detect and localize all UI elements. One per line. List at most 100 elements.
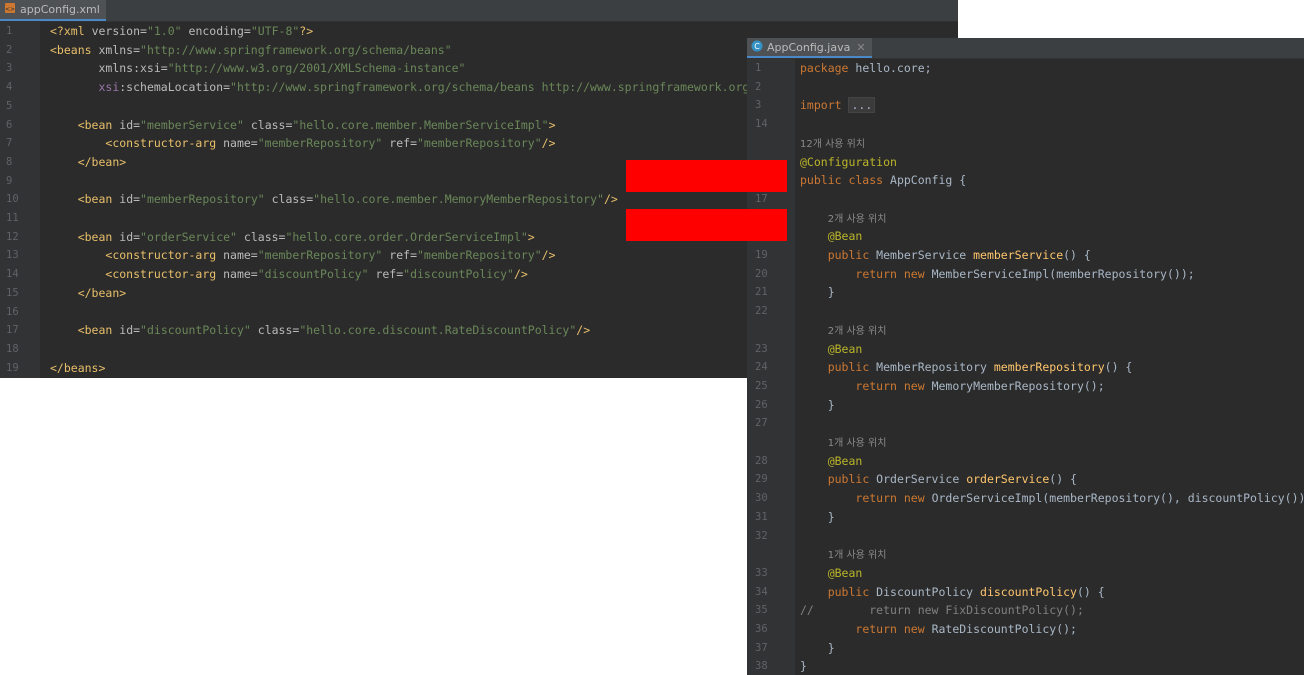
java-code-line[interactable]: 2 bbox=[747, 78, 1304, 97]
line-number: 29 bbox=[755, 473, 768, 486]
code-text: return new OrderServiceImpl(memberReposi… bbox=[855, 491, 1304, 506]
line-number: 15 bbox=[6, 286, 19, 299]
code-text: </bean> bbox=[77, 285, 127, 300]
java-code-line[interactable]: @Bean bbox=[747, 227, 1304, 246]
line-number: 13 bbox=[6, 249, 19, 262]
java-class-icon: C bbox=[751, 40, 763, 55]
code-text: <bean id="memberService" class="hello.co… bbox=[77, 117, 556, 132]
java-code-line[interactable]: 3 import ... bbox=[747, 96, 1304, 115]
java-code-line[interactable]: 37 } bbox=[747, 639, 1304, 658]
close-tab-icon[interactable]: ✕ bbox=[856, 41, 865, 54]
java-code-line[interactable]: 35 // return new FixDiscountPolicy(); bbox=[747, 601, 1304, 620]
java-code-area[interactable]: 1 package hello.core; 2 3 import ... 14 12개 사용… bbox=[747, 59, 1304, 675]
line-number: 10 bbox=[6, 193, 19, 206]
code-text: xmlns:xsi="http://www.w3.org/2001/XMLSch… bbox=[98, 61, 466, 76]
code-text: return new RateDiscountPolicy(); bbox=[855, 622, 1077, 636]
java-code-line[interactable]: 23 @Bean bbox=[747, 340, 1304, 359]
line-number: 14 bbox=[6, 268, 19, 281]
line-number: 9 bbox=[6, 174, 13, 187]
xml-file-icon: <> bbox=[4, 2, 16, 17]
code-text: public DiscountPolicy discountPolicy() { bbox=[827, 584, 1105, 599]
java-code-line[interactable]: 27 bbox=[747, 414, 1304, 433]
line-number: 30 bbox=[755, 492, 768, 505]
java-code-line[interactable]: 30 return new OrderServiceImpl(memberRep… bbox=[747, 489, 1304, 508]
java-code-line[interactable]: 2개 사용 위치 bbox=[747, 321, 1304, 340]
line-number: 37 bbox=[755, 641, 768, 654]
java-code-line[interactable]: 26 } bbox=[747, 396, 1304, 415]
line-number: 35 bbox=[755, 604, 768, 617]
java-code-line[interactable]: 36 return new RateDiscountPolicy(); bbox=[747, 620, 1304, 639]
java-tab-bar: C AppConfig.java ✕ bbox=[747, 38, 1304, 59]
code-text: </beans> bbox=[50, 360, 106, 375]
code-text: 2개 사용 위치 bbox=[827, 213, 887, 225]
line-number: 34 bbox=[755, 585, 768, 598]
java-code-line[interactable]: 17 bbox=[747, 190, 1304, 209]
java-code-line[interactable]: 38} bbox=[747, 657, 1304, 675]
java-code-line[interactable]: @Configuration bbox=[747, 153, 1304, 172]
line-number: 7 bbox=[6, 137, 13, 150]
line-number: 2 bbox=[6, 43, 13, 56]
java-code-line[interactable]: 22 bbox=[747, 302, 1304, 321]
line-number: 3 bbox=[6, 62, 13, 75]
java-code-line[interactable]: 14 bbox=[747, 115, 1304, 134]
line-number: 6 bbox=[6, 118, 13, 131]
java-code-line[interactable]: 33 @Bean bbox=[747, 564, 1304, 583]
code-text: @Bean bbox=[827, 453, 863, 468]
java-code-line[interactable]: 28 @Bean bbox=[747, 452, 1304, 471]
java-code-line[interactable]: 34 public DiscountPolicy discountPolicy(… bbox=[747, 583, 1304, 602]
code-text: </bean> bbox=[77, 154, 127, 169]
line-number: 1 bbox=[755, 62, 762, 74]
code-text: <constructor-arg name="discountPolicy" r… bbox=[105, 267, 528, 282]
code-text: } bbox=[800, 659, 807, 674]
xml-editor-tab[interactable]: <> appConfig.xml bbox=[0, 0, 106, 21]
line-number: 25 bbox=[755, 379, 768, 392]
java-code-line[interactable]: 21 } bbox=[747, 283, 1304, 302]
code-text: package hello.core; bbox=[800, 61, 932, 75]
java-code-line[interactable]: 24 public MemberRepository memberReposit… bbox=[747, 358, 1304, 377]
line-number: 5 bbox=[6, 99, 13, 112]
code-text: } bbox=[800, 640, 835, 655]
java-code-line[interactable]: 31 } bbox=[747, 508, 1304, 527]
code-text: public MemberService memberService() { bbox=[827, 248, 1091, 262]
java-code-line[interactable]: 2개 사용 위치 bbox=[747, 209, 1304, 228]
code-text: 1개 사용 위치 bbox=[827, 438, 887, 449]
code-text: @Bean bbox=[827, 229, 863, 244]
line-number: 27 bbox=[755, 417, 768, 430]
code-text: public OrderService orderService() { bbox=[827, 472, 1077, 487]
code-text: } bbox=[800, 285, 835, 300]
java-code-line[interactable]: 1개 사용 위치 bbox=[747, 433, 1304, 452]
svg-text:<>: <> bbox=[5, 6, 15, 13]
line-number: 12 bbox=[6, 230, 19, 243]
line-number: 26 bbox=[755, 398, 768, 411]
code-text: @Configuration bbox=[800, 154, 897, 169]
code-text: <bean id="memberRepository" class="hello… bbox=[77, 192, 618, 207]
java-editor-tab[interactable]: C AppConfig.java ✕ bbox=[747, 38, 872, 58]
line-number: 21 bbox=[755, 286, 768, 299]
java-code-line[interactable]: 25 return new MemoryMemberRepository(); bbox=[747, 377, 1304, 396]
code-text: return new MemoryMemberRepository(); bbox=[855, 378, 1105, 393]
line-number: 36 bbox=[755, 623, 768, 635]
code-text: <beans xmlns="http://www.springframework… bbox=[50, 42, 452, 57]
java-code-line[interactable]: 20 return new MemberServiceImpl(memberRe… bbox=[747, 265, 1304, 284]
java-code-line[interactable]: 29 public OrderService orderService() { bbox=[747, 470, 1304, 489]
code-text: xsi:schemaLocation="http://www.springfra… bbox=[98, 80, 764, 95]
java-code-line[interactable]: 32 bbox=[747, 527, 1304, 546]
line-number: 17 bbox=[6, 324, 19, 337]
code-text: <?xml version="1.0" encoding="UTF-8"?> bbox=[50, 24, 314, 38]
java-code-line[interactable]: 1 package hello.core; bbox=[747, 59, 1304, 78]
java-code-line[interactable]: public class AppConfig { bbox=[747, 171, 1304, 190]
java-code-line[interactable]: 19 public MemberService memberService() … bbox=[747, 246, 1304, 265]
line-number: 2 bbox=[755, 80, 762, 93]
code-text: 1개 사용 위치 bbox=[827, 550, 887, 562]
line-number: 8 bbox=[6, 155, 13, 168]
code-text: } bbox=[800, 397, 835, 412]
line-number: 11 bbox=[6, 212, 19, 224]
line-number: 17 bbox=[755, 192, 768, 205]
line-number: 16 bbox=[6, 305, 19, 318]
line-number: 3 bbox=[755, 99, 762, 112]
red-bar-top bbox=[626, 160, 787, 192]
code-text: return new MemberServiceImpl(memberRepos… bbox=[855, 266, 1195, 281]
java-editor-window: C AppConfig.java ✕ 1 package hello.core; 2… bbox=[747, 38, 1304, 675]
java-code-line[interactable]: 1개 사용 위치 bbox=[747, 545, 1304, 564]
java-code-line[interactable]: 12개 사용 위치 bbox=[747, 134, 1304, 153]
